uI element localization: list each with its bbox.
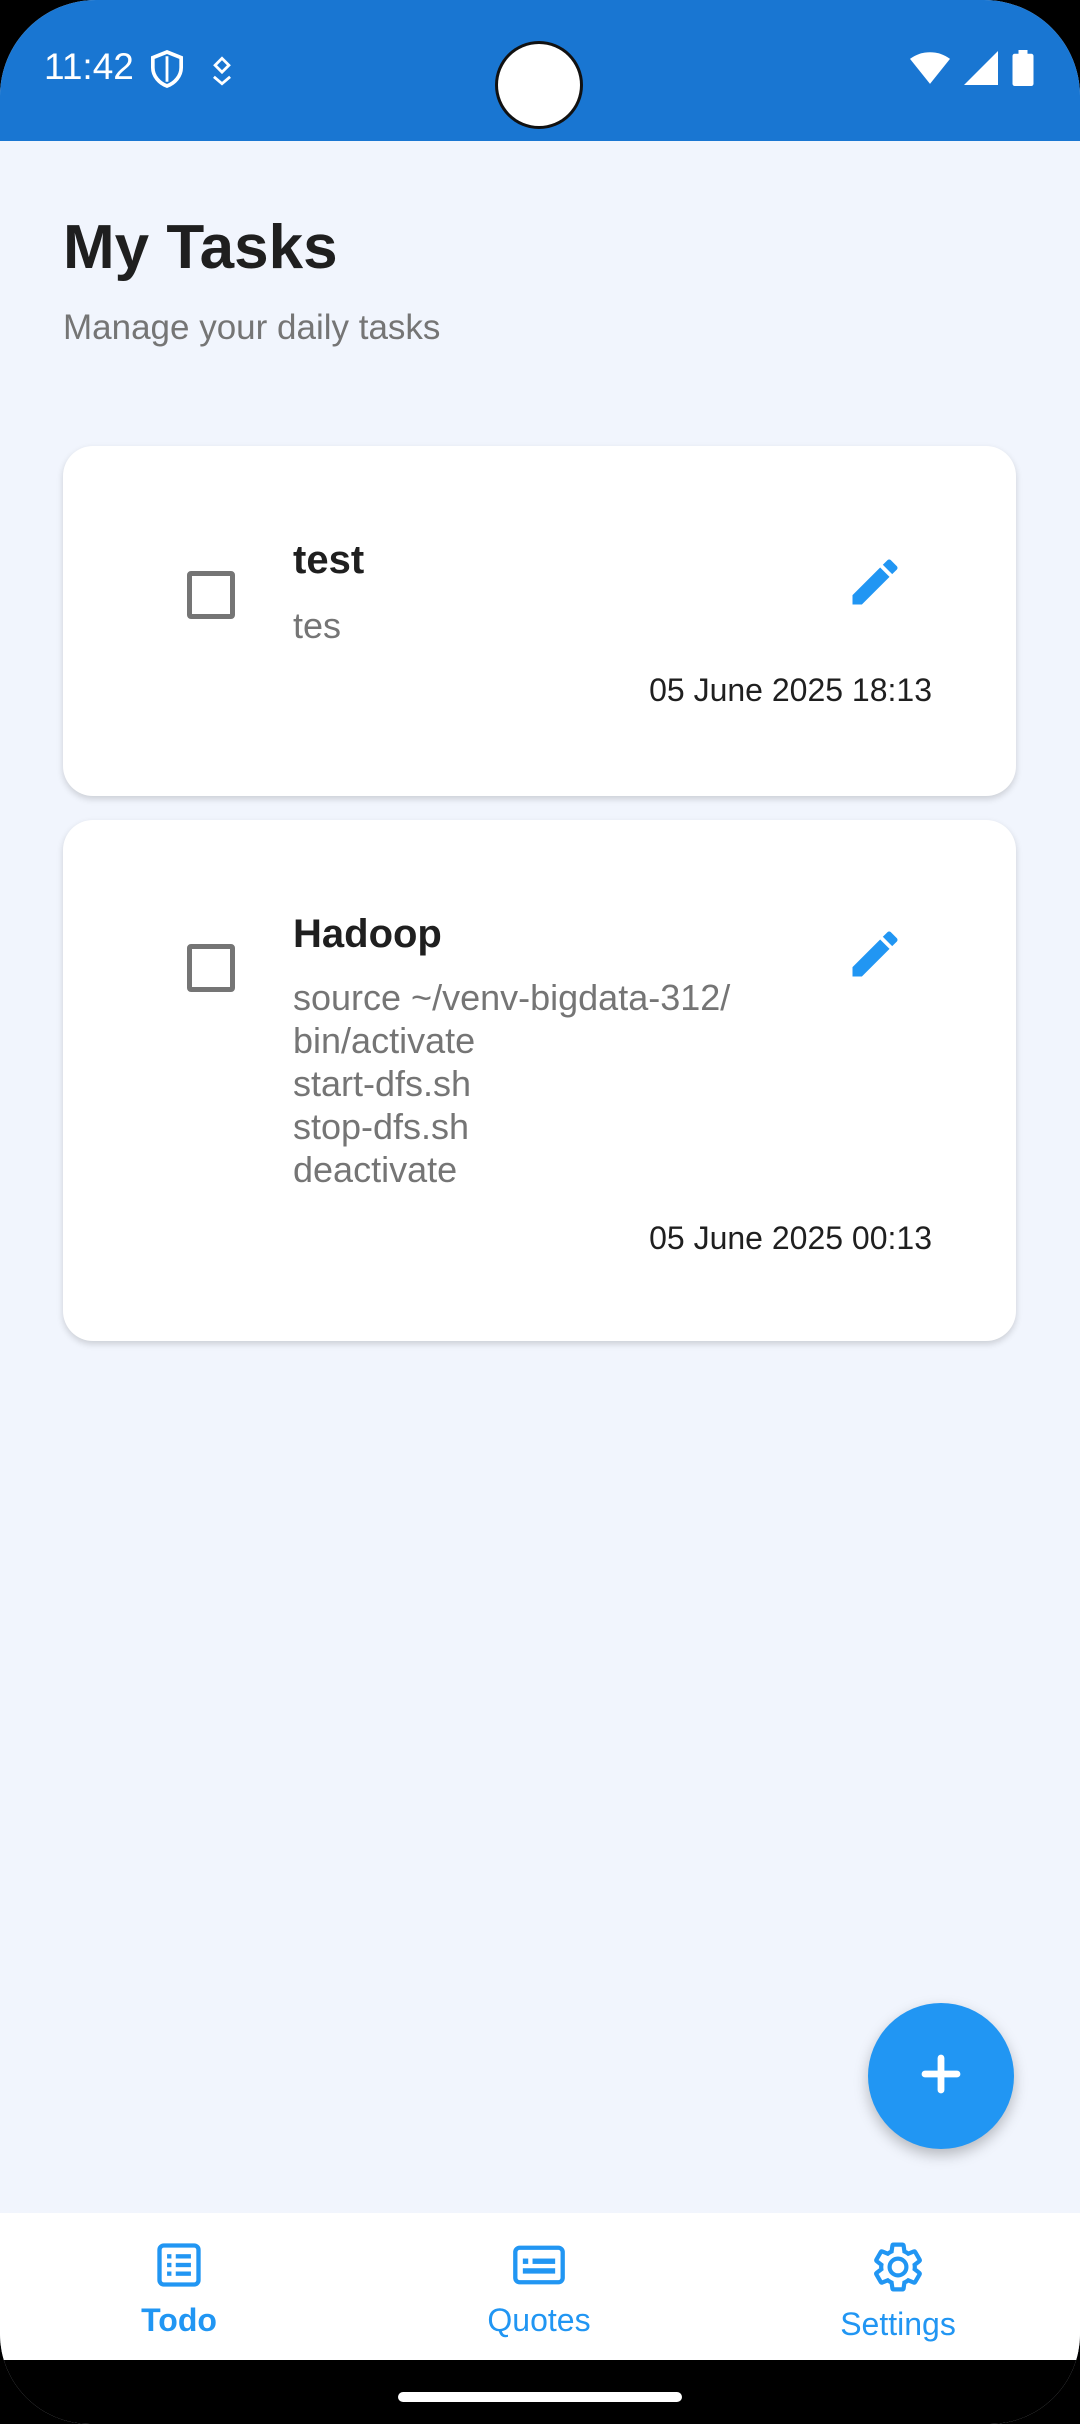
pencil-icon — [845, 931, 905, 988]
task-description: tes — [293, 605, 342, 646]
location-icon — [210, 56, 234, 91]
app-screen: 11:42 My Tasks Manage your daily tasks t… — [0, 0, 1080, 2424]
add-task-button[interactable] — [868, 2003, 1014, 2149]
gesture-bar — [0, 2360, 1080, 2424]
home-gesture-handle[interactable] — [398, 2392, 682, 2402]
gear-icon — [870, 2242, 926, 2299]
pencil-icon — [845, 559, 905, 616]
edit-button[interactable] — [845, 924, 905, 984]
status-icons — [910, 50, 1034, 91]
nav-label: Settings — [840, 2306, 956, 2342]
camera-cutout — [498, 44, 580, 126]
status-bar: 11:42 — [0, 0, 1080, 141]
nav-item-settings[interactable]: Settings — [798, 2239, 998, 2343]
page-title: My Tasks — [63, 213, 338, 282]
nav-item-todo[interactable]: Todo — [79, 2239, 279, 2339]
task-checkbox[interactable] — [187, 944, 235, 992]
signal-icon — [964, 51, 998, 90]
nav-label: Todo — [141, 2302, 217, 2338]
quote-card-icon — [511, 2245, 567, 2295]
task-description: source ~/venv-bigdata-312/ bin/activate … — [293, 977, 731, 1190]
status-time: 11:42 — [44, 46, 134, 87]
battery-icon — [1012, 50, 1034, 91]
shield-icon — [150, 50, 184, 93]
task-title: Hadoop — [293, 912, 442, 956]
list-icon — [153, 2243, 205, 2295]
task-date: 05 June 2025 00:13 — [649, 1220, 932, 1256]
nav-item-quotes[interactable]: Quotes — [439, 2239, 639, 2339]
task-date: 05 June 2025 18:13 — [649, 672, 932, 708]
plus-icon — [921, 2054, 961, 2099]
edit-button[interactable] — [845, 552, 905, 612]
nav-label: Quotes — [487, 2302, 591, 2338]
task-card[interactable]: Hadoop source ~/venv-bigdata-312/ bin/ac… — [63, 820, 1016, 1341]
wifi-icon — [910, 52, 950, 89]
task-checkbox[interactable] — [187, 571, 235, 619]
page-subtitle: Manage your daily tasks — [63, 308, 441, 347]
bottom-navigation: Todo Quotes Settings — [0, 2213, 1080, 2360]
task-title: test — [293, 538, 365, 582]
task-card[interactable]: test tes 05 June 2025 18:13 — [63, 446, 1016, 796]
